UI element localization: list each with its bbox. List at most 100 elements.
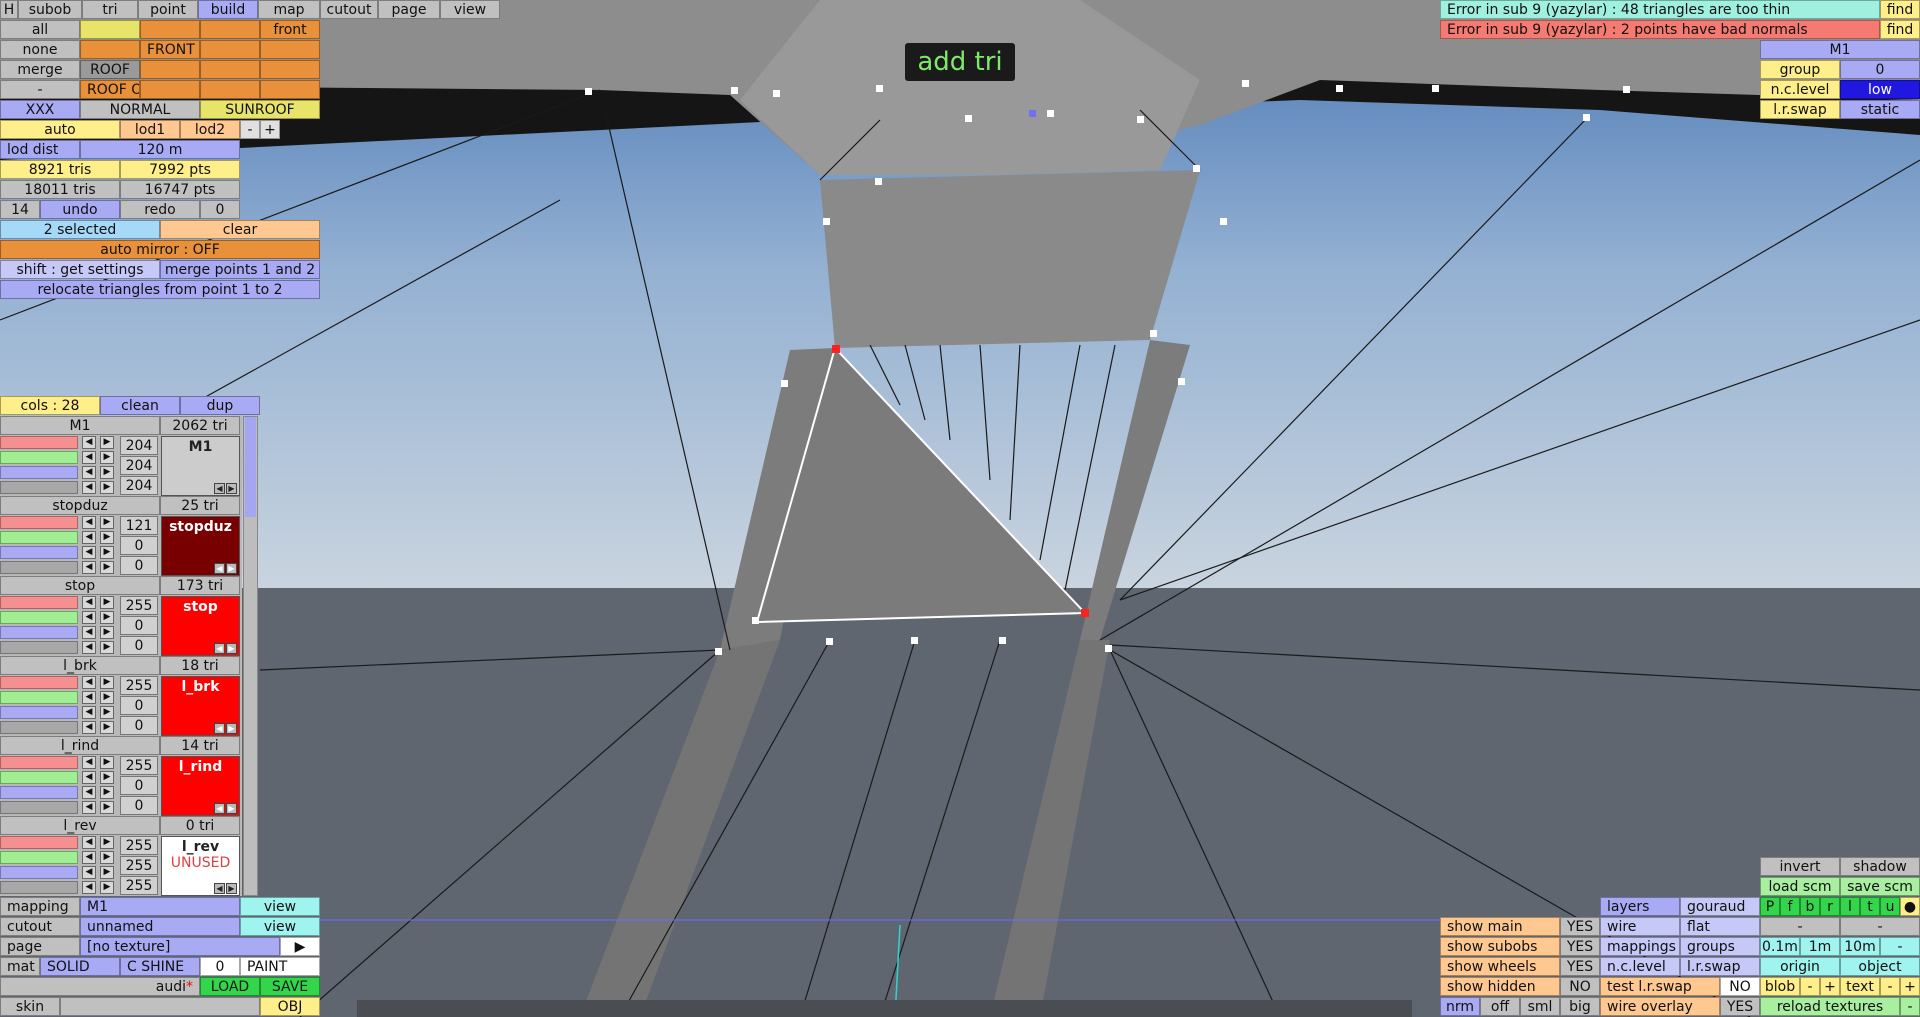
nc-level-value[interactable]: low bbox=[1840, 80, 1920, 99]
layer-front-g[interactable]: FRONT G bbox=[140, 40, 200, 59]
color-channel-value[interactable]: 0 bbox=[120, 536, 158, 555]
decrease-arrow-icon[interactable]: ◀ bbox=[82, 756, 96, 769]
increase-arrow-icon[interactable]: ▶ bbox=[100, 641, 114, 654]
page-value[interactable]: [no texture] bbox=[80, 937, 280, 956]
increase-arrow-icon[interactable]: ▶ bbox=[100, 836, 114, 849]
tab-h[interactable]: H bbox=[0, 0, 18, 19]
grid-1m-button[interactable]: 1m bbox=[1800, 937, 1840, 956]
color-channel-value[interactable]: 0 bbox=[120, 636, 158, 655]
color-channel-value[interactable]: 0 bbox=[120, 556, 158, 575]
color-channel-value[interactable]: 0 bbox=[120, 696, 158, 715]
increase-arrow-icon[interactable]: ▶ bbox=[100, 531, 114, 544]
color-channel-value[interactable]: 255 bbox=[120, 596, 158, 615]
wire-overlay-toggle[interactable]: wire overlay bbox=[1600, 997, 1720, 1016]
layer-slot[interactable] bbox=[260, 40, 320, 59]
material-row[interactable]: stopduz 25 tri ◀ ▶ ◀ ▶ ◀ ▶ ◀ ▶ 121 0 0 stopduz ◀ ▶ bbox=[0, 496, 240, 576]
normals-nrm-button[interactable]: nrm bbox=[1440, 997, 1480, 1016]
show-main-toggle[interactable]: show main bbox=[1440, 917, 1560, 936]
layer-filter-button[interactable]: u bbox=[1880, 897, 1900, 916]
increase-arrow-icon[interactable]: ▶ bbox=[100, 546, 114, 559]
lod-plus-button[interactable]: + bbox=[260, 120, 280, 139]
decrease-arrow-icon[interactable]: ◀ bbox=[82, 691, 96, 704]
tab-view[interactable]: view bbox=[440, 0, 500, 19]
grid-0.1m-button[interactable]: 0.1m bbox=[1760, 937, 1800, 956]
blob-button[interactable]: blob bbox=[1760, 977, 1800, 996]
group-value[interactable]: 0 bbox=[1840, 60, 1920, 79]
error-message[interactable]: Error in sub 9 (yazylar) : 2 points have… bbox=[1440, 20, 1880, 39]
solid-button[interactable]: SOLID bbox=[40, 957, 120, 976]
show-subobs-value[interactable]: YES bbox=[1560, 937, 1600, 956]
decrease-arrow-icon[interactable]: ◀ bbox=[82, 836, 96, 849]
layer-roof[interactable]: ROOF bbox=[80, 60, 140, 79]
increase-arrow-icon[interactable]: ▶ bbox=[100, 626, 114, 639]
tab-point[interactable]: point bbox=[138, 0, 198, 19]
material-name[interactable]: M1 bbox=[0, 416, 160, 435]
redo-button[interactable]: redo bbox=[120, 200, 200, 219]
lod1-button[interactable]: lod1 bbox=[120, 120, 180, 139]
paint-button[interactable]: PAINT bbox=[240, 957, 320, 976]
get-settings-button[interactable]: shift : get settings bbox=[0, 260, 160, 279]
skin-value[interactable] bbox=[60, 997, 260, 1016]
decrease-arrow-icon[interactable]: ◀ bbox=[82, 546, 96, 559]
preview-prev-icon[interactable]: ◀ bbox=[214, 883, 225, 894]
select-all-button[interactable]: all bbox=[0, 20, 80, 39]
material-row[interactable]: stop 173 tri ◀ ▶ ◀ ▶ ◀ ▶ ◀ ▶ 255 0 0 stop ◀ ▶ bbox=[0, 576, 240, 656]
shine-value[interactable]: 0 bbox=[200, 957, 240, 976]
decrease-arrow-icon[interactable]: ◀ bbox=[82, 676, 96, 689]
increase-arrow-icon[interactable]: ▶ bbox=[100, 706, 114, 719]
nc-level-view-button[interactable]: n.c.level bbox=[1600, 957, 1680, 976]
decrease-arrow-icon[interactable]: ◀ bbox=[82, 611, 96, 624]
reload-textures-button[interactable]: reload textures bbox=[1760, 997, 1900, 1016]
decrease-arrow-icon[interactable]: ◀ bbox=[82, 451, 96, 464]
color-channel-slider[interactable] bbox=[0, 836, 78, 849]
text-plus-button[interactable]: + bbox=[1900, 977, 1920, 996]
decrease-arrow-icon[interactable]: ◀ bbox=[82, 786, 96, 799]
tab-cutout[interactable]: cutout bbox=[320, 0, 378, 19]
color-channel-value[interactable]: 204 bbox=[120, 436, 158, 455]
show-wheels-value[interactable]: YES bbox=[1560, 957, 1600, 976]
color-channel-value[interactable]: 0 bbox=[120, 716, 158, 735]
materials-list[interactable]: M1 2062 tri ◀ ▶ ◀ ▶ ◀ ▶ ◀ ▶ 204 204 204 M1 ◀ ▶ stopduz 25… bbox=[0, 416, 242, 896]
merge-points-button[interactable]: merge points 1 and 2 bbox=[160, 260, 320, 279]
increase-arrow-icon[interactable]: ▶ bbox=[100, 801, 114, 814]
layer-slot[interactable] bbox=[260, 60, 320, 79]
select-none-button[interactable]: none bbox=[0, 40, 80, 59]
groups-button[interactable]: groups bbox=[1680, 937, 1760, 956]
increase-arrow-icon[interactable]: ▶ bbox=[100, 676, 114, 689]
increase-arrow-icon[interactable]: ▶ bbox=[100, 691, 114, 704]
material-preview[interactable]: M1 ◀ ▶ bbox=[161, 436, 240, 496]
color-channel-slider[interactable] bbox=[0, 866, 78, 879]
cutout-view-button[interactable]: view bbox=[240, 917, 320, 936]
layer-slot[interactable] bbox=[200, 80, 260, 99]
color-channel-slider[interactable] bbox=[0, 771, 78, 784]
clear-selection-button[interactable]: clear bbox=[160, 220, 320, 239]
layer-xxx[interactable]: XXX bbox=[0, 100, 80, 119]
preview-prev-icon[interactable]: ◀ bbox=[214, 643, 225, 654]
decrease-arrow-icon[interactable]: ◀ bbox=[82, 596, 96, 609]
show-wheels-toggle[interactable]: show wheels bbox=[1440, 957, 1560, 976]
layer-filter-button[interactable]: P bbox=[1760, 897, 1780, 916]
obj-button[interactable]: OBJ bbox=[260, 997, 320, 1016]
layer-slot[interactable] bbox=[200, 60, 260, 79]
gouraud-button[interactable]: gouraud bbox=[1680, 897, 1760, 916]
increase-arrow-icon[interactable]: ▶ bbox=[100, 611, 114, 624]
color-channel-slider[interactable] bbox=[0, 641, 78, 654]
decrease-arrow-icon[interactable]: ◀ bbox=[82, 626, 96, 639]
tab-subob[interactable]: subob bbox=[18, 0, 82, 19]
object-button[interactable]: object bbox=[1840, 957, 1920, 976]
layer-filter-button[interactable]: b bbox=[1800, 897, 1820, 916]
lr-swap-view-button[interactable]: l.r.swap bbox=[1680, 957, 1760, 976]
material-row[interactable]: l_brk 18 tri ◀ ▶ ◀ ▶ ◀ ▶ ◀ ▶ 255 0 0 l_brk ◀ ▶ bbox=[0, 656, 240, 736]
color-channel-value[interactable]: 0 bbox=[120, 776, 158, 795]
color-channel-slider[interactable] bbox=[0, 516, 78, 529]
layer-normal[interactable]: NORMAL bbox=[80, 100, 200, 119]
test-lr-swap-toggle[interactable]: test l.r.swap bbox=[1600, 977, 1720, 996]
increase-arrow-icon[interactable]: ▶ bbox=[100, 786, 114, 799]
normals-off-button[interactable]: off bbox=[1480, 997, 1520, 1016]
layer-filter-button[interactable]: t bbox=[1860, 897, 1880, 916]
decrease-arrow-icon[interactable]: ◀ bbox=[82, 881, 96, 894]
color-channel-value[interactable]: 255 bbox=[120, 756, 158, 775]
undo-button[interactable]: undo bbox=[40, 200, 120, 219]
increase-arrow-icon[interactable]: ▶ bbox=[100, 771, 114, 784]
flat-button[interactable]: flat bbox=[1680, 917, 1760, 936]
